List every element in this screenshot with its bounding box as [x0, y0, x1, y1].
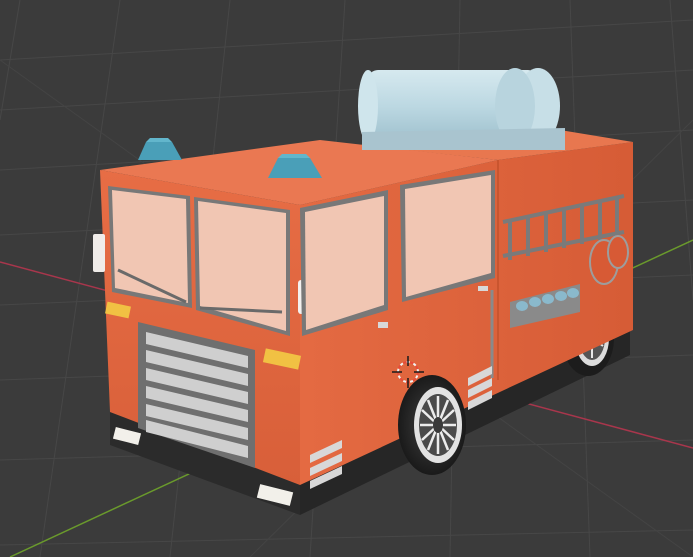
3d-viewport[interactable] [0, 0, 693, 557]
side-mirror-left [93, 234, 105, 272]
door-handle [378, 322, 388, 328]
front-wheel [398, 375, 466, 475]
beacon-light-left [138, 138, 182, 160]
water-tank [358, 68, 565, 150]
door-handle-2 [478, 286, 488, 291]
fire-truck[interactable] [93, 68, 633, 515]
viewport-scene[interactable] [0, 0, 693, 557]
